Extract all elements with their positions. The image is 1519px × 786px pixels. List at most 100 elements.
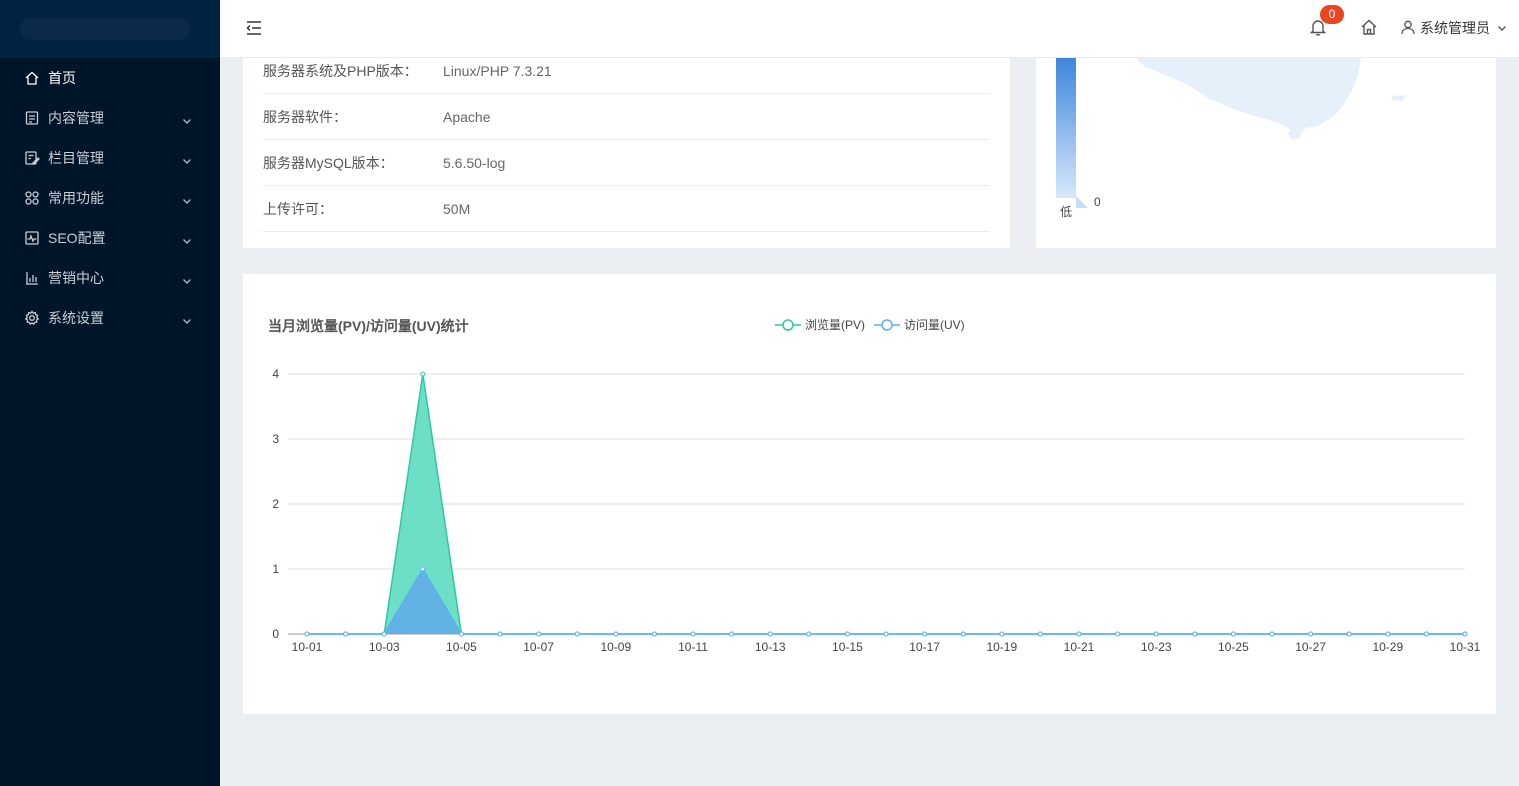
uv-point xyxy=(1423,631,1429,637)
sidebar-menu: 首页 内容管理 栏目管理 常用功能 SEO配置 营销中心 系统设置 xyxy=(0,58,220,338)
legend-label: 浏览量(PV) xyxy=(805,318,866,332)
info-value: 5.6.50-log xyxy=(443,154,506,171)
sidebar-item-label: 系统设置 xyxy=(48,310,104,326)
x-tick-label: 10-07 xyxy=(523,640,554,654)
map-region xyxy=(1136,58,1361,136)
legend-label: 访问量(UV) xyxy=(904,318,965,332)
legend-item-pv[interactable]: 浏览量(PV) xyxy=(775,316,865,333)
uv-line xyxy=(307,567,1465,635)
uv-point xyxy=(806,631,812,637)
visual-map-min-value: 0 xyxy=(1094,195,1101,209)
uv-point xyxy=(1385,631,1391,637)
info-label: 服务器系统及PHP版本： xyxy=(263,62,418,79)
uv-point xyxy=(1076,631,1082,637)
x-tick-label: 10-23 xyxy=(1141,640,1172,654)
uv-point xyxy=(1192,631,1198,637)
uv-point xyxy=(304,631,310,637)
info-row: 上传许可： 50M xyxy=(263,186,990,232)
x-tick-label: 10-19 xyxy=(986,640,1017,654)
chevron-down-icon xyxy=(182,313,192,324)
uv-point xyxy=(883,631,889,637)
y-tick-label: 0 xyxy=(272,627,279,641)
x-tick-label: 10-21 xyxy=(1064,640,1095,654)
uv-point xyxy=(844,631,850,637)
x-tick-label: 10-03 xyxy=(369,640,400,654)
sidebar-item-common[interactable]: 常用功能 xyxy=(0,178,220,218)
uv-point xyxy=(729,631,735,637)
uv-point xyxy=(1230,631,1236,637)
legend-pv-icon xyxy=(775,318,801,331)
uv-point xyxy=(1153,631,1159,637)
sidebar-item-label: 内容管理 xyxy=(48,110,104,126)
info-value: 50M xyxy=(443,200,471,217)
info-label: 服务器MySQL版本： xyxy=(263,154,394,171)
uv-point xyxy=(613,631,619,637)
user-icon xyxy=(1400,19,1420,38)
pv-uv-chart: 0 1 2 3 4 10-01 10-03 10-05 10-07 10-09 10-11 10-13… xyxy=(272,367,1481,654)
sidebar-item-columns[interactable]: 栏目管理 xyxy=(0,138,220,178)
sidebar-item-marketing[interactable]: 营销中心 xyxy=(0,258,220,298)
sidebar-item-label: SEO配置 xyxy=(48,230,106,246)
x-tick-label: 10-13 xyxy=(755,640,786,654)
y-tick-label: 3 xyxy=(272,432,279,446)
sidebar-item-home[interactable]: 首页 xyxy=(0,58,220,98)
bar-chart-icon xyxy=(24,270,40,286)
pulse-icon xyxy=(24,230,40,246)
uv-point xyxy=(1462,631,1468,637)
x-tick-label: 10-27 xyxy=(1295,640,1326,654)
y-tick-label: 4 xyxy=(272,367,279,381)
uv-point xyxy=(536,631,542,637)
document-icon xyxy=(24,110,40,126)
logo xyxy=(0,0,220,58)
info-row: 服务器软件： Apache xyxy=(263,94,990,140)
sidebar-item-seo[interactable]: SEO配置 xyxy=(0,218,220,258)
legend-item-uv[interactable]: 访问量(UV) xyxy=(874,316,965,333)
uv-point xyxy=(343,631,349,637)
info-label: 服务器软件： xyxy=(263,108,347,125)
uv-point xyxy=(497,631,503,637)
chevron-down-icon xyxy=(1490,20,1507,36)
uv-point xyxy=(574,631,580,637)
uv-point xyxy=(922,631,928,637)
uv-point xyxy=(999,631,1005,637)
menu-collapse-icon[interactable] xyxy=(244,18,264,38)
uv-point xyxy=(651,631,657,637)
user-menu[interactable]: 系统管理员 xyxy=(1400,17,1507,39)
x-tick-label: 10-31 xyxy=(1450,640,1481,654)
uv-point xyxy=(1308,631,1314,637)
chevron-down-icon xyxy=(182,113,192,124)
y-tick-label: 2 xyxy=(272,497,279,511)
legend-uv-icon xyxy=(874,318,900,331)
pv-uv-chart-card: 0 1 2 3 4 10-01 10-03 10-05 10-07 10-09 10-11 10-13… xyxy=(243,274,1496,714)
x-tick-label: 10-25 xyxy=(1218,640,1249,654)
x-tick-label: 10-15 xyxy=(832,640,863,654)
uv-point xyxy=(458,631,464,637)
chevron-down-icon xyxy=(182,273,192,284)
sidebar-item-content[interactable]: 内容管理 xyxy=(0,98,220,138)
visual-map-scale xyxy=(1056,58,1076,198)
sidebar-item-settings[interactable]: 系统设置 xyxy=(0,298,220,338)
uv-point xyxy=(381,631,387,637)
server-info-card: 服务器系统及PHP版本： Linux/PHP 7.3.21 服务器软件： Apa… xyxy=(243,58,1010,248)
sidebar-item-label: 首页 xyxy=(48,70,76,86)
notification-badge: 0 xyxy=(1320,5,1344,24)
visitor-map-card: 低 0 xyxy=(1036,58,1496,248)
map-island xyxy=(1391,95,1406,101)
info-value: Linux/PHP 7.3.21 xyxy=(443,62,552,79)
y-tick-label: 1 xyxy=(272,562,279,576)
info-row: 服务器系统及PHP版本： Linux/PHP 7.3.21 xyxy=(263,48,990,94)
uv-point xyxy=(1037,631,1043,637)
command-icon xyxy=(24,190,40,206)
sidebar-item-label: 栏目管理 xyxy=(48,150,104,166)
x-tick-label: 10-17 xyxy=(909,640,940,654)
home-icon[interactable] xyxy=(1360,18,1378,36)
uv-point xyxy=(1269,631,1275,637)
edit-icon xyxy=(24,150,40,166)
x-tick-label: 10-11 xyxy=(678,640,708,654)
sidebar-item-label: 营销中心 xyxy=(48,270,104,286)
uv-point xyxy=(1115,631,1121,637)
user-name: 系统管理员 xyxy=(1420,20,1490,36)
sidebar-item-label: 常用功能 xyxy=(48,190,104,206)
x-tick-label: 10-09 xyxy=(600,640,631,654)
info-label: 上传许可： xyxy=(263,200,333,217)
